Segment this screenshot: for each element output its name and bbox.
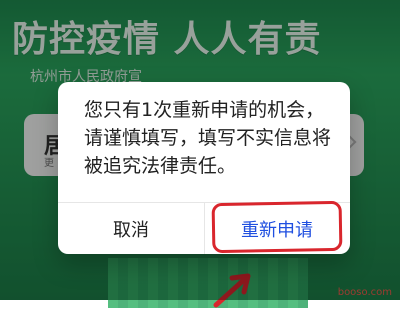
dialog-message: 您只有1次重新申请的机会，请谨慎填写，填写不实信息将被追究法律责任。 xyxy=(84,99,332,177)
annotation-highlight xyxy=(211,200,343,254)
watermark: booso.com xyxy=(337,287,392,298)
cancel-button[interactable]: 取消 xyxy=(58,203,204,254)
